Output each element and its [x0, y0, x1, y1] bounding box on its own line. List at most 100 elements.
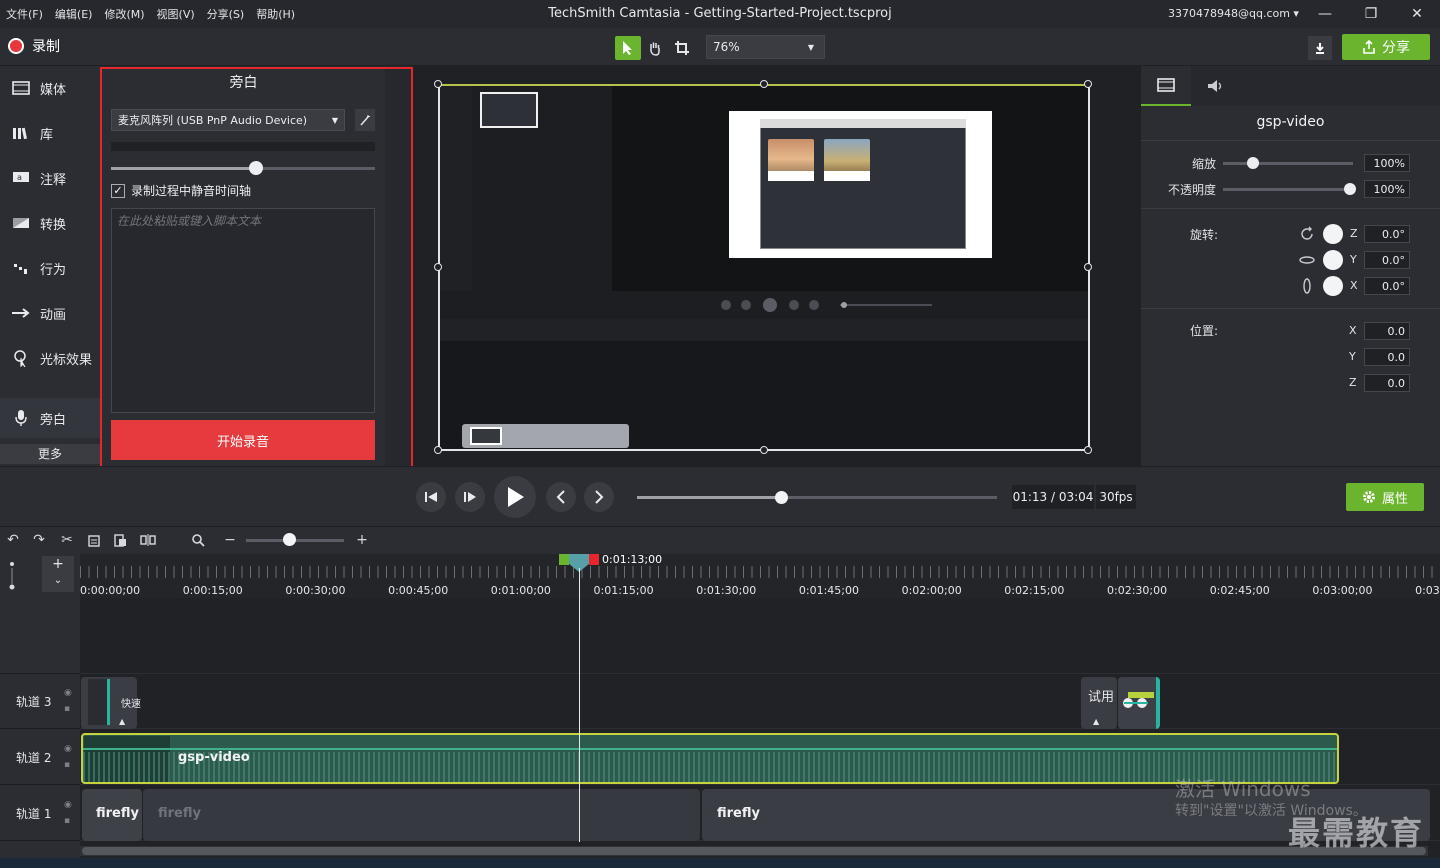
tab-visual-properties[interactable]	[1141, 66, 1191, 106]
expand-icon[interactable]: ▲	[1093, 717, 1099, 726]
menu-modify[interactable]: 修改(M)	[104, 6, 144, 22]
seek-slider-thumb[interactable]	[775, 491, 788, 504]
sidebar-item-cursor-effects[interactable]: 光标效果	[0, 338, 100, 378]
resize-handle[interactable]	[760, 80, 768, 88]
share-button[interactable]: 分享	[1342, 34, 1430, 60]
ruler-tick-label: 0:01:45;00	[798, 584, 859, 597]
undo-icon[interactable]: ↶	[4, 531, 22, 549]
microphone-select[interactable]: 麦克风阵列 (USB PnP Audio Device) ▼	[111, 109, 345, 131]
timeline-scrollbar-thumb[interactable]	[82, 847, 1426, 855]
track3-clip-animation[interactable]	[1118, 677, 1160, 729]
rotate-x-field[interactable]: 0.0°	[1364, 277, 1410, 295]
position-x-field[interactable]: 0.0	[1364, 322, 1410, 340]
lock-icon[interactable]: ▪	[64, 760, 70, 770]
scale-slider-track[interactable]	[1223, 162, 1353, 165]
scale-field[interactable]: 100%	[1364, 154, 1410, 172]
paste-icon[interactable]	[111, 531, 129, 549]
sidebar-item-voice-narration[interactable]: 旁白	[0, 398, 100, 438]
previous-button[interactable]	[546, 482, 576, 512]
scale-slider-thumb[interactable]	[1247, 157, 1259, 169]
resize-handle[interactable]	[1084, 80, 1092, 88]
eye-icon[interactable]: ◉	[64, 688, 72, 698]
menu-help[interactable]: 帮助(H)	[256, 6, 295, 22]
opacity-slider-track[interactable]	[1223, 188, 1353, 191]
lock-icon[interactable]: ▪	[64, 704, 70, 714]
search-icon[interactable]	[189, 531, 207, 549]
zoom-in-button[interactable]: +	[353, 531, 371, 549]
opacity-slider-thumb[interactable]	[1344, 183, 1356, 195]
download-button[interactable]	[1308, 36, 1332, 60]
add-track-button[interactable]: + ⌄	[42, 556, 74, 592]
track-header-2[interactable]: 轨道 2 ◉ ▪	[0, 730, 80, 785]
zoom-out-button[interactable]: −	[221, 531, 239, 549]
film-icon	[10, 80, 32, 96]
sidebar-item-library[interactable]: 库	[0, 113, 100, 153]
opacity-field[interactable]: 100%	[1364, 180, 1410, 198]
sidebar-item-animations[interactable]: 动画	[0, 293, 100, 333]
mute-timeline-checkbox[interactable]: ✓ 录制过程中静音时间轴	[111, 182, 251, 199]
mic-settings-button[interactable]	[355, 109, 375, 131]
crop-tool-button[interactable]	[669, 36, 695, 60]
lock-icon[interactable]: ▪	[64, 816, 70, 826]
rotate-x-knob[interactable]	[1323, 276, 1343, 296]
position-y-field[interactable]: 0.0	[1364, 348, 1410, 366]
eye-icon[interactable]: ◉	[64, 800, 72, 810]
rotate-z-field[interactable]: 0.0°	[1364, 225, 1410, 243]
next-button[interactable]	[584, 482, 614, 512]
rotate-z-knob[interactable]	[1323, 224, 1343, 244]
fps-display: 30fps	[1096, 485, 1136, 509]
sidebar-more-button[interactable]: 更多	[0, 444, 100, 464]
sidebar-item-media[interactable]: 媒体	[0, 68, 100, 108]
checkbox[interactable]: ✓	[111, 183, 125, 198]
menu-edit[interactable]: 编辑(E)	[55, 6, 93, 22]
timeline-zoom-slider-thumb[interactable]	[283, 533, 296, 546]
resize-handle[interactable]	[1084, 446, 1092, 454]
record-button[interactable]: 录制	[8, 36, 60, 56]
step-forward-button[interactable]	[455, 482, 485, 512]
redo-icon[interactable]: ↷	[30, 531, 48, 549]
track-header-1[interactable]: 轨道 1 ◉ ▪	[0, 786, 80, 841]
sidebar-item-annotations[interactable]: a 注释	[0, 158, 100, 198]
rotate-y-field[interactable]: 0.0°	[1364, 251, 1410, 269]
close-button[interactable]: ✕	[1405, 4, 1429, 24]
rotate-y-knob[interactable]	[1323, 250, 1343, 270]
behavior-icon	[10, 260, 32, 276]
account-menu[interactable]: 3370478948@qq.com ▾	[1168, 7, 1299, 20]
expand-icon[interactable]: ▲	[119, 717, 125, 726]
pan-tool-button[interactable]	[642, 36, 668, 60]
position-z-field[interactable]: 0.0	[1364, 374, 1410, 392]
play-button[interactable]	[494, 476, 536, 518]
sidebar-item-behaviors[interactable]: 行为	[0, 248, 100, 288]
script-textarea[interactable]: 在此处粘贴或键入脚本文本	[111, 208, 375, 413]
cursor-effect-icon	[10, 350, 32, 367]
menu-file[interactable]: 文件(F)	[6, 6, 43, 22]
tab-audio-properties[interactable]	[1191, 66, 1241, 106]
track1-clip-firefly[interactable]	[143, 789, 700, 841]
playhead-out-marker[interactable]	[589, 554, 599, 565]
split-icon[interactable]	[139, 531, 157, 549]
resize-handle[interactable]	[434, 80, 442, 88]
select-tool-button[interactable]	[615, 36, 641, 60]
record-label: 录制	[32, 39, 60, 55]
copy-icon[interactable]	[85, 531, 103, 549]
properties-button[interactable]: 属性	[1346, 483, 1424, 511]
eye-icon[interactable]: ◉	[64, 744, 72, 754]
resize-handle[interactable]	[760, 446, 768, 454]
track-header-3[interactable]: 轨道 3 ◉ ▪	[0, 674, 80, 729]
step-back-button[interactable]	[416, 482, 446, 512]
cut-icon[interactable]: ✂	[58, 531, 76, 549]
menu-share[interactable]: 分享(S)	[207, 6, 245, 22]
resize-handle[interactable]	[434, 446, 442, 454]
playhead-in-marker[interactable]	[559, 554, 569, 565]
start-recording-button[interactable]: 开始录音	[111, 420, 375, 460]
track-height-slider[interactable]	[8, 560, 16, 590]
menu-view[interactable]: 视图(V)	[157, 6, 195, 22]
zoom-select[interactable]: 76% ▼	[706, 35, 825, 59]
opacity-label: 不透明度	[1168, 183, 1217, 197]
maximize-button[interactable]: ❐	[1359, 4, 1383, 24]
resize-handle[interactable]	[434, 263, 442, 271]
minimize-button[interactable]: —	[1313, 4, 1337, 24]
sidebar-item-transitions[interactable]: 转换	[0, 203, 100, 243]
resize-handle[interactable]	[1084, 263, 1092, 271]
chevron-down-icon: ▼	[807, 42, 814, 52]
